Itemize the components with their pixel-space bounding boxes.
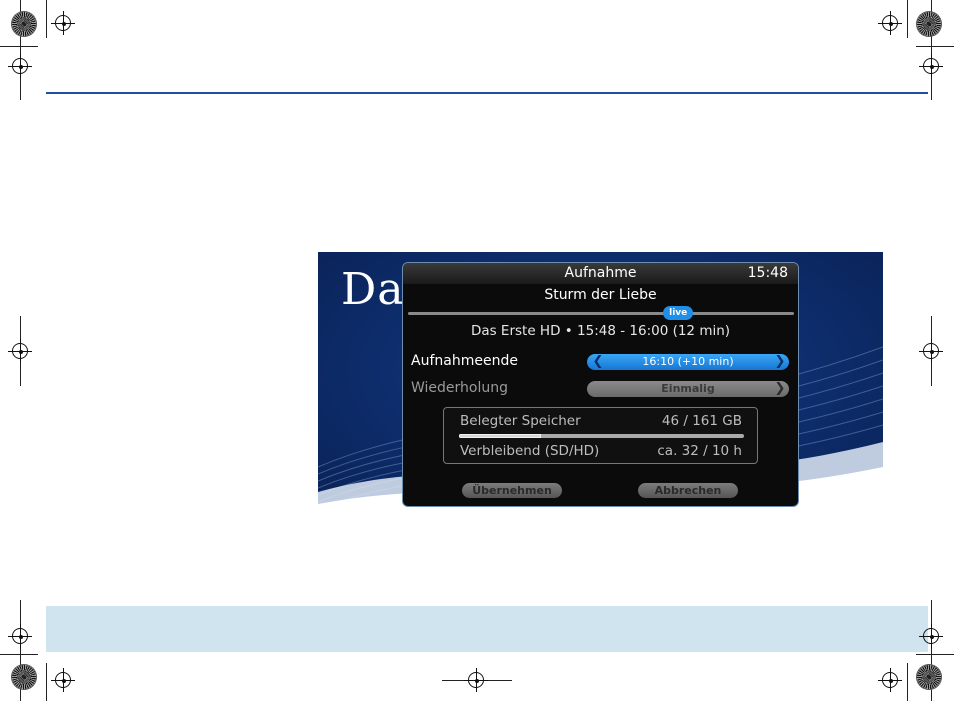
storage-remaining-value: ca. 32 / 10 h	[657, 443, 742, 459]
repeat-label: Wiederholung	[411, 380, 509, 396]
recording-end-selector[interactable]: ❮ 16:10 (+10 min) ❯	[587, 354, 789, 370]
registration-mark-icon	[464, 668, 488, 692]
chevron-right-icon[interactable]: ❯	[773, 381, 787, 397]
registration-mark-icon	[51, 668, 75, 692]
chevron-right-icon[interactable]: ❯	[773, 354, 787, 370]
registration-mark-icon	[919, 54, 943, 78]
color-dial-icon	[917, 12, 941, 36]
crop-line	[916, 46, 954, 47]
crop-line	[0, 654, 38, 655]
channel-time-info: Das Erste HD • 15:48 - 16:00 (12 min)	[470, 323, 731, 339]
storage-bar	[459, 434, 744, 438]
registration-mark-icon	[51, 11, 75, 35]
storage-remaining-label: Verbleibend (SD/HD)	[460, 443, 600, 459]
program-title: Sturm der Liebe	[544, 287, 657, 303]
recording-end-label: Aufnahmeende	[411, 353, 518, 369]
crop-line	[46, 0, 47, 38]
apply-button[interactable]: Übernehmen	[462, 483, 562, 498]
registration-mark-icon	[878, 11, 902, 35]
footer-band	[46, 606, 928, 652]
registration-mark-icon	[919, 339, 943, 363]
crop-line	[0, 46, 38, 47]
recording-end-value: 16:10 (+10 min)	[642, 355, 734, 368]
storage-panel: Belegter Speicher 46 / 161 GB Verbleiben…	[443, 407, 758, 464]
crop-line	[46, 663, 47, 701]
repeat-selector[interactable]: Einmalig ❯	[587, 381, 789, 397]
color-dial-icon	[12, 665, 36, 689]
storage-bar-fill	[459, 434, 541, 438]
cancel-button[interactable]: Abbrechen	[638, 483, 738, 498]
color-dial-icon	[917, 665, 941, 689]
chevron-left-icon[interactable]: ❮	[591, 354, 605, 370]
crop-line	[907, 0, 908, 38]
color-dial-icon	[12, 12, 36, 36]
registration-mark-icon	[8, 54, 32, 78]
header-rule	[46, 92, 928, 94]
registration-mark-icon	[8, 624, 32, 648]
crop-line	[916, 654, 954, 655]
dialog-title: Aufnahme	[564, 265, 637, 281]
clock: 15:48	[747, 265, 788, 281]
storage-used-value: 46 / 161 GB	[661, 413, 742, 429]
repeat-value: Einmalig	[661, 382, 715, 395]
registration-mark-icon	[919, 624, 943, 648]
timeline-bar	[408, 312, 794, 315]
recording-dialog: Aufnahme 15:48 Sturm der Liebe live Das …	[402, 262, 799, 507]
crop-line	[907, 663, 908, 701]
live-badge: live	[663, 306, 694, 320]
registration-mark-icon	[878, 668, 902, 692]
registration-mark-icon	[8, 339, 32, 363]
storage-used-label: Belegter Speicher	[460, 413, 581, 429]
